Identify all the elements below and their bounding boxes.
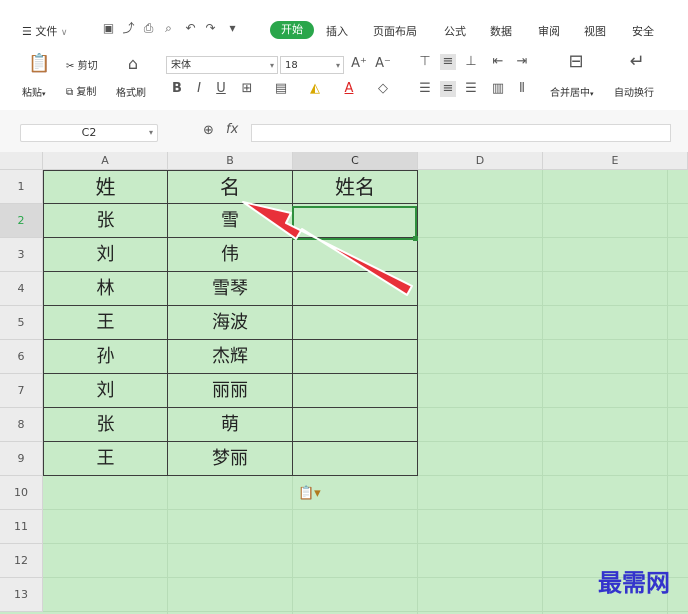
formula-bar: C2 ▾ ⊕ fx <box>0 110 688 152</box>
watermark-logo: 最需网 <box>598 569 670 597</box>
bold-icon[interactable]: B <box>170 81 184 97</box>
align-top-icon[interactable]: ⊤ <box>418 54 432 70</box>
format-painter-icon[interactable]: ⌂ <box>123 56 143 72</box>
hamburger-icon: ☰ <box>22 25 32 38</box>
eraser-icon[interactable]: ◇ <box>374 81 392 97</box>
indent-increase-icon[interactable]: ⇥ <box>514 54 530 70</box>
merge-center-icon[interactable]: ⊟ <box>565 53 587 71</box>
tab-view[interactable]: 视图 <box>584 23 606 39</box>
chevron-down-icon: ▾ <box>42 90 46 98</box>
wrap-text-button[interactable]: 自动换行 <box>614 84 654 99</box>
cut-button[interactable]: ✂ 剪切 <box>66 57 98 72</box>
name-box-value: C2 <box>81 126 97 139</box>
tab-security[interactable]: 安全 <box>632 23 654 39</box>
copy-icon: ⧉ <box>66 87 74 98</box>
redo-icon[interactable]: ↷ <box>204 22 217 35</box>
font-name-select[interactable]: 宋体 ▾ <box>166 56 278 74</box>
chevron-down-icon: ▾ <box>148 128 153 137</box>
copy-button[interactable]: ⧉ 复制 <box>66 83 96 98</box>
font-name-value: 宋体 <box>171 60 191 71</box>
fx-icon[interactable]: fx <box>226 122 238 137</box>
ribbon: 📋 粘贴▾ ✂ 剪切 ⧉ 复制 ⌂ 格式刷 宋体 ▾ 18 ▾ A⁺ A⁻ B … <box>0 44 688 111</box>
name-box[interactable]: C2 ▾ <box>20 124 158 142</box>
paste-button[interactable]: 粘贴▾ <box>22 84 46 99</box>
copy-label: 复制 <box>76 87 97 98</box>
tab-data[interactable]: 数据 <box>490 23 512 39</box>
export-icon[interactable]: ⤴ <box>122 22 135 35</box>
increase-font-icon[interactable]: A⁺ <box>350 56 368 72</box>
font-color-icon[interactable]: A <box>340 81 358 97</box>
fill-color-icon[interactable]: ◭ <box>306 81 324 97</box>
tab-insert[interactable]: 插入 <box>326 23 348 39</box>
justify-icon[interactable]: ▥ <box>490 81 506 97</box>
customize-toolbar-icon[interactable]: ▾ <box>226 22 239 35</box>
tab-page-layout[interactable]: 页面布局 <box>373 23 417 39</box>
merge-center-label: 合并居中 <box>550 88 590 99</box>
chevron-down-icon: ▾ <box>335 61 340 70</box>
align-right-icon[interactable]: ☰ <box>464 81 478 97</box>
paste-icon[interactable]: 📋 <box>28 55 50 73</box>
distributed-icon[interactable]: ⫴ <box>514 81 530 97</box>
merge-center-button[interactable]: 合并居中▾ <box>550 84 594 99</box>
align-middle-icon[interactable]: ≡ <box>440 54 456 70</box>
align-bottom-icon[interactable]: ⊥ <box>464 54 478 70</box>
decrease-font-icon[interactable]: A⁻ <box>374 56 392 72</box>
paste-options-icon[interactable]: 📋▾ <box>298 486 321 501</box>
format-painter-button[interactable]: 格式刷 <box>116 84 146 99</box>
tab-review[interactable]: 审阅 <box>538 23 560 39</box>
print-preview-icon[interactable]: ⌕ <box>162 22 175 35</box>
indent-decrease-icon[interactable]: ⇤ <box>490 54 506 70</box>
cut-label: 剪切 <box>77 61 98 72</box>
align-left-icon[interactable]: ☰ <box>418 81 432 97</box>
chevron-down-icon: ▾ <box>590 90 594 98</box>
border-icon[interactable]: ⊞ <box>238 81 256 97</box>
annotation-arrow-shape <box>242 201 413 296</box>
save-icon[interactable]: ▣ <box>102 22 115 35</box>
tab-home[interactable]: 开始 <box>270 21 314 39</box>
font-size-value: 18 <box>285 60 298 71</box>
print-icon[interactable]: ⎙ <box>142 22 155 35</box>
scissors-icon: ✂ <box>66 61 75 72</box>
spreadsheet-grid[interactable]: A B C D E 1 2 3 4 5 6 7 8 9 10 11 12 13 姓名姓名张雪刘伟林雪琴王… <box>0 152 688 614</box>
chevron-down-icon: ∨ <box>60 28 68 38</box>
chevron-down-icon: ▾ <box>269 61 274 70</box>
underline-icon[interactable]: U <box>214 81 228 97</box>
align-center-icon[interactable]: ≡ <box>440 81 456 97</box>
formula-input[interactable] <box>251 124 671 142</box>
file-menu-label: 文件 <box>35 25 58 38</box>
menu-bar: ☰ 文件 ∨ ▣ ⤴ ⎙ ⌕ ↶ ↷ ▾ 开始 插入 页面布局 公式 数据 审阅… <box>0 0 688 44</box>
zoom-search-icon[interactable]: ⊕ <box>203 123 214 138</box>
italic-icon[interactable]: I <box>192 81 206 97</box>
file-menu[interactable]: ☰ 文件 ∨ <box>22 23 67 39</box>
font-size-select[interactable]: 18 ▾ <box>280 56 344 74</box>
undo-icon[interactable]: ↶ <box>184 22 197 35</box>
tab-formulas[interactable]: 公式 <box>444 23 466 39</box>
wrap-text-icon[interactable]: ↵ <box>626 53 648 71</box>
annotation-arrow <box>242 201 413 296</box>
cell-style-icon[interactable]: ▤ <box>272 81 290 97</box>
paste-label: 粘贴 <box>22 88 42 99</box>
